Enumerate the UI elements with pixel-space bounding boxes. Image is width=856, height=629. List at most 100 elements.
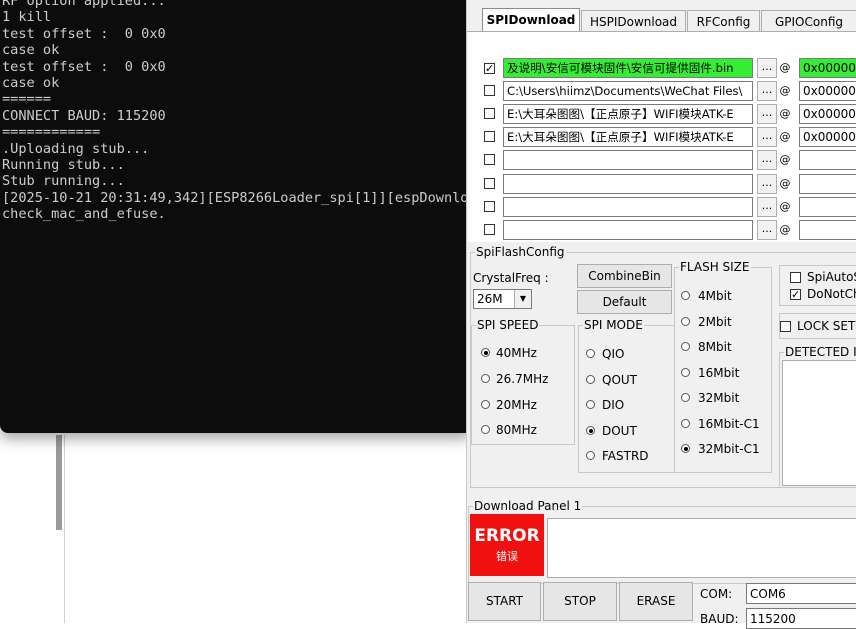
radio-26-7mhz[interactable] [481, 374, 490, 383]
spi-mode-option: FASTRD [602, 449, 649, 463]
browse-button[interactable]: ... [757, 58, 777, 78]
baud-rate-select[interactable]: 115200 [746, 608, 856, 629]
spi-auto-set-checkbox[interactable] [790, 272, 801, 283]
background-scrollbar[interactable] [56, 435, 62, 530]
browse-button[interactable]: ... [757, 81, 777, 101]
browse-button[interactable]: ... [757, 197, 777, 217]
flash-size-option: 32Mbit [698, 391, 740, 405]
file-checkbox[interactable] [484, 178, 495, 189]
crystal-freq-select[interactable]: 26M ▼ [473, 289, 532, 309]
radio-4mbit[interactable] [681, 291, 690, 300]
flash-size-option: 4Mbit [698, 289, 732, 303]
radio-qio[interactable] [586, 349, 595, 358]
at-label: @ [779, 200, 791, 213]
radio-qout[interactable] [586, 375, 595, 384]
console-line: CONNECT BAUD: 115200 [2, 107, 166, 124]
radio-40mhz[interactable] [481, 348, 490, 357]
radio-32mbit-c1[interactable] [681, 444, 690, 453]
status-badge: ERROR 错误 [470, 514, 544, 576]
lock-settings-label: LOCK SET [797, 319, 856, 333]
address-field[interactable] [799, 174, 856, 194]
erase-button[interactable]: ERASE [619, 582, 693, 621]
console-line: Running stub... [2, 157, 125, 174]
default-button[interactable]: Default [577, 290, 672, 314]
file-checkbox[interactable] [484, 201, 495, 212]
detected-info-title: DETECTED I [784, 344, 856, 360]
radio-16mbit[interactable] [681, 368, 690, 377]
flash-size-option: 32Mbit-C1 [698, 442, 760, 456]
com-label: COM: [700, 587, 733, 601]
radio-16mbit-c1[interactable] [681, 419, 690, 428]
start-button[interactable]: START [468, 582, 541, 621]
flash-size-option: 16Mbit-C1 [698, 417, 760, 431]
console-line: RF option applied... [2, 0, 166, 9]
address-field[interactable] [799, 220, 856, 240]
file-checkbox[interactable] [484, 224, 495, 235]
file-path-field[interactable]: E:\大耳朵图图\【正点原子】WIFI模块ATK-E [503, 127, 753, 147]
lock-settings-checkbox[interactable] [780, 321, 791, 332]
console-line: 1 kill [2, 9, 52, 26]
console-line: Stub running... [2, 173, 125, 190]
file-path-field[interactable] [503, 150, 753, 170]
file-path-field[interactable] [503, 220, 753, 240]
radio-2mbit[interactable] [681, 317, 690, 326]
address-field[interactable] [799, 197, 856, 217]
console-window[interactable]: RF option applied... 1 kill test offset … [0, 0, 470, 433]
crystal-freq-label: CrystalFreq : [473, 271, 549, 285]
radio-8mbit[interactable] [681, 342, 690, 351]
spi-speed-option: 80MHz [496, 423, 537, 437]
console-line: .Uploading stub... [2, 140, 150, 157]
address-field[interactable]: 0x00000 [799, 58, 856, 78]
download-log-box[interactable] [547, 518, 856, 578]
radio-fastrd[interactable] [586, 451, 595, 460]
tab-gpioconfig[interactable]: GPIOConfig [761, 10, 856, 32]
file-checkbox[interactable] [484, 85, 495, 96]
file-path-field[interactable]: C:\Users\hiimz\Documents\WeChat Files\ [503, 81, 753, 101]
spi-mode-title: SPI MODE [583, 317, 644, 333]
file-checkbox[interactable] [484, 131, 495, 142]
radio-dout[interactable] [586, 426, 595, 435]
radio-dio[interactable] [586, 400, 595, 409]
flash-size-title: FLASH SIZE [679, 259, 751, 275]
com-port-select[interactable]: COM6 [746, 583, 856, 604]
radio-80mhz[interactable] [481, 425, 490, 434]
at-label: @ [779, 61, 791, 74]
stop-button[interactable]: STOP [543, 582, 617, 621]
spi-speed-option: 40MHz [496, 346, 537, 360]
address-field[interactable]: 0x00000 [799, 104, 856, 124]
browse-button[interactable]: ... [757, 174, 777, 194]
tab-hspidownload[interactable]: HSPIDownload [581, 10, 686, 32]
file-checkbox[interactable] [484, 108, 495, 119]
do-not-chg-checkbox[interactable]: ✓ [790, 289, 801, 300]
file-path-field[interactable] [503, 197, 753, 217]
file-path-field[interactable]: 及说明\安信可模块固件\安信可提供固件.bin [503, 58, 753, 78]
browse-button[interactable]: ... [757, 104, 777, 124]
address-field[interactable] [799, 150, 856, 170]
tab-rfconfig[interactable]: RFConfig [687, 10, 760, 32]
file-checkbox[interactable] [484, 154, 495, 165]
tab-spidownload[interactable]: SPIDownload [482, 8, 580, 32]
spi-mode-option: QIO [602, 347, 625, 361]
address-field[interactable]: 0x00000 [799, 81, 856, 101]
radio-20mhz[interactable] [481, 400, 490, 409]
console-line: case ok [2, 42, 60, 59]
radio-32mbit[interactable] [681, 393, 690, 402]
browse-button[interactable]: ... [757, 150, 777, 170]
file-path-field[interactable]: E:\大耳朵图图\【正点原子】WIFI模块ATK-E [503, 104, 753, 124]
file-checkbox[interactable]: ✓ [484, 63, 495, 74]
spi-speed-option: 20MHz [496, 398, 537, 412]
address-field[interactable]: 0x00000 [799, 127, 856, 147]
browse-button[interactable]: ... [757, 127, 777, 147]
detected-info-box[interactable] [782, 360, 856, 486]
at-label: @ [779, 107, 791, 120]
file-path-field[interactable] [503, 174, 753, 194]
spi-mode-option: DOUT [602, 424, 637, 438]
status-text-zh: 错误 [496, 550, 518, 563]
combine-bin-button[interactable]: CombineBin [577, 264, 672, 288]
console-line: [2025-10-21 20:31:49,342][ESP8266Loader_… [2, 189, 469, 206]
flash-size-option: 16Mbit [698, 366, 740, 380]
browse-button[interactable]: ... [757, 220, 777, 240]
console-line: test offset : 0 0x0 [2, 25, 166, 42]
console-line: ============ [2, 124, 101, 141]
flash-download-tool-window: SPIDownload HSPIDownload RFConfig GPIOCo… [466, 0, 856, 629]
